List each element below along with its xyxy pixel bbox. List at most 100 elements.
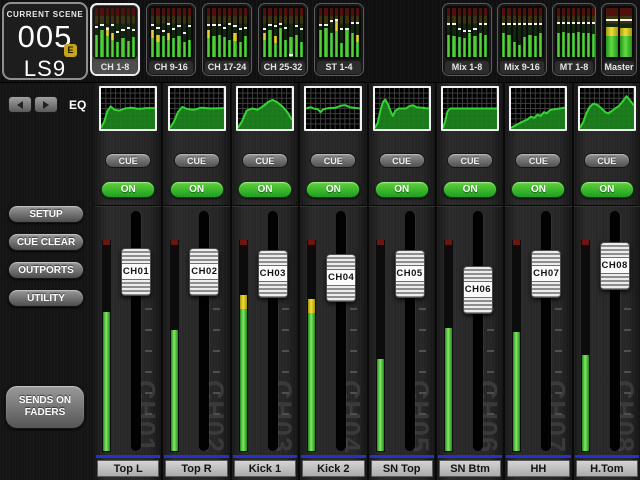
fader-cap-CH02[interactable]: CH02 <box>189 248 219 296</box>
fader-cap-CH01[interactable]: CH01 <box>121 248 151 296</box>
fader-position-mark <box>289 54 292 56</box>
meter-block-mix-1-8[interactable]: Mix 1-8 <box>442 3 492 76</box>
meter-level <box>116 42 119 57</box>
meter-block-ch-25-32[interactable]: CH 25-32 <box>258 3 308 76</box>
meter-yellow-segment <box>263 33 266 40</box>
meter-bars <box>205 6 249 59</box>
level-meter-CH03 <box>239 240 248 452</box>
cue-button-CH06[interactable]: CUE <box>447 153 493 168</box>
meter-block-master[interactable]: Master <box>601 3 637 76</box>
fader-position-mark <box>111 24 114 26</box>
meter-block-st-1-4[interactable]: ST 1-4 <box>314 3 364 76</box>
fader-scale-tick <box>213 308 220 310</box>
meter-yellow-segment <box>274 36 277 42</box>
channel-name-CH04[interactable]: Kick 2 <box>302 460 364 477</box>
meter-bar <box>263 8 266 57</box>
fader-track <box>336 211 346 451</box>
meter-bar <box>507 8 510 57</box>
meter-block-ch-1-8[interactable]: CH 1-8 <box>90 3 140 76</box>
meter-block-mix-9-16[interactable]: Mix 9-16 <box>497 3 547 76</box>
channel-name-CH06[interactable]: SN Btm <box>439 460 501 477</box>
on-button-CH01[interactable]: ON <box>101 181 155 198</box>
eq-thumbnail-CH03[interactable] <box>236 86 294 131</box>
on-button-CH07[interactable]: ON <box>511 181 565 198</box>
meter-bar <box>513 8 516 57</box>
cue-button-CH05[interactable]: CUE <box>379 153 425 168</box>
cue-clear-button[interactable]: CUE CLEAR <box>8 233 84 251</box>
meter-block-mt-1-8[interactable]: MT 1-8 <box>552 3 596 76</box>
nav-left-button[interactable] <box>8 96 32 113</box>
fader-position-mark <box>300 28 303 30</box>
meter-level <box>111 33 114 58</box>
fader-position-mark <box>528 23 531 25</box>
on-button-CH05[interactable]: ON <box>375 181 429 198</box>
outports-button[interactable]: OUTPORTS <box>8 261 84 279</box>
channel-strip-CH04: CUEONCH04CH04Kick 2 <box>300 83 366 480</box>
fader-scale-tick <box>350 413 357 415</box>
on-button-CH02[interactable]: ON <box>170 181 224 198</box>
cue-button-CH03[interactable]: CUE <box>242 153 288 168</box>
eq-thumbnail-CH05[interactable] <box>373 86 431 131</box>
eq-thumbnail-CH07[interactable] <box>509 86 567 131</box>
peak-indicator <box>582 240 589 245</box>
fader-cap-CH03[interactable]: CH03 <box>258 250 288 298</box>
cue-button-CH08[interactable]: CUE <box>584 153 630 168</box>
meter-yellow-segment <box>111 33 114 40</box>
cue-button-CH02[interactable]: CUE <box>174 153 220 168</box>
channel-strip-CH07: CUEONCH07CH07HH <box>505 83 571 480</box>
level-meter-CH02 <box>170 240 179 452</box>
channel-name-CH05[interactable]: SN Top <box>371 460 433 477</box>
eq-thumbnail-CH04[interactable] <box>304 86 362 131</box>
on-button-CH04[interactable]: ON <box>306 181 360 198</box>
meter-level <box>377 359 384 451</box>
meter-block-label: CH 9-16 <box>149 61 193 74</box>
on-button-CH06[interactable]: ON <box>443 181 497 198</box>
fader-cap-CH08[interactable]: CH08 <box>600 242 630 290</box>
meter-yellow-segment <box>606 27 618 36</box>
on-button-CH08[interactable]: ON <box>580 181 634 198</box>
fader-cap-CH06[interactable]: CH06 <box>463 266 493 314</box>
channel-name-CH01[interactable]: Top L <box>97 460 159 477</box>
eq-thumbnail-CH06[interactable] <box>441 86 499 131</box>
cue-button-CH07[interactable]: CUE <box>515 153 561 168</box>
channel-name-CH02[interactable]: Top R <box>165 460 227 477</box>
meter-bar <box>534 8 537 57</box>
sidebar: EQ SETUP CUE CLEAR OUTPORTS UTILITY SEND… <box>0 83 95 480</box>
meter-level <box>100 30 103 57</box>
fader-scale-tick <box>350 329 357 331</box>
meter-level <box>132 37 135 57</box>
channel-name-CH03[interactable]: Kick 1 <box>234 460 296 477</box>
level-meter-CH08 <box>581 240 590 452</box>
fader-cap-CH07[interactable]: CH07 <box>531 250 561 298</box>
channel-strips: CUEONCH01CH01Top LCUEONCH02CH02Top RCUEO… <box>95 83 640 480</box>
meter-block-ch-17-24[interactable]: CH 17-24 <box>202 3 252 76</box>
utility-button[interactable]: UTILITY <box>8 289 84 307</box>
channel-name-CH07[interactable]: HH <box>507 460 569 477</box>
cue-button-CH01[interactable]: CUE <box>105 153 151 168</box>
meter-yellow-segment <box>335 20 338 31</box>
eq-thumbnail-CH01[interactable] <box>99 86 157 131</box>
setup-button[interactable]: SETUP <box>8 205 84 223</box>
meter-level <box>587 33 590 58</box>
sends-on-faders-button[interactable]: SENDS ON FADERS <box>5 385 85 429</box>
meter-block-ch-9-16[interactable]: CH 9-16 <box>146 3 196 76</box>
eq-thumbnail-CH02[interactable] <box>168 86 226 131</box>
fader-scale-tick <box>213 371 220 373</box>
on-button-CH03[interactable]: ON <box>238 181 292 198</box>
cue-button-CH04[interactable]: CUE <box>310 153 356 168</box>
fader-scale-tick <box>350 350 357 352</box>
meter-bars <box>93 6 137 59</box>
channel-name-CH08[interactable]: H.Tom <box>576 460 638 477</box>
fader-cap-grooves <box>327 286 355 302</box>
eq-thumbnail-CH08[interactable] <box>578 86 636 131</box>
meter-bar <box>183 8 186 57</box>
channel-color-bar <box>164 455 228 458</box>
nav-right-button[interactable] <box>34 96 58 113</box>
fader-position-mark <box>121 29 124 31</box>
fader-position-mark <box>132 29 135 31</box>
meter-bar <box>127 8 130 57</box>
fader-cap-CH04[interactable]: CH04 <box>326 254 356 302</box>
meter-bar <box>562 8 565 57</box>
meter-bar <box>518 8 521 57</box>
fader-cap-CH05[interactable]: CH05 <box>395 250 425 298</box>
